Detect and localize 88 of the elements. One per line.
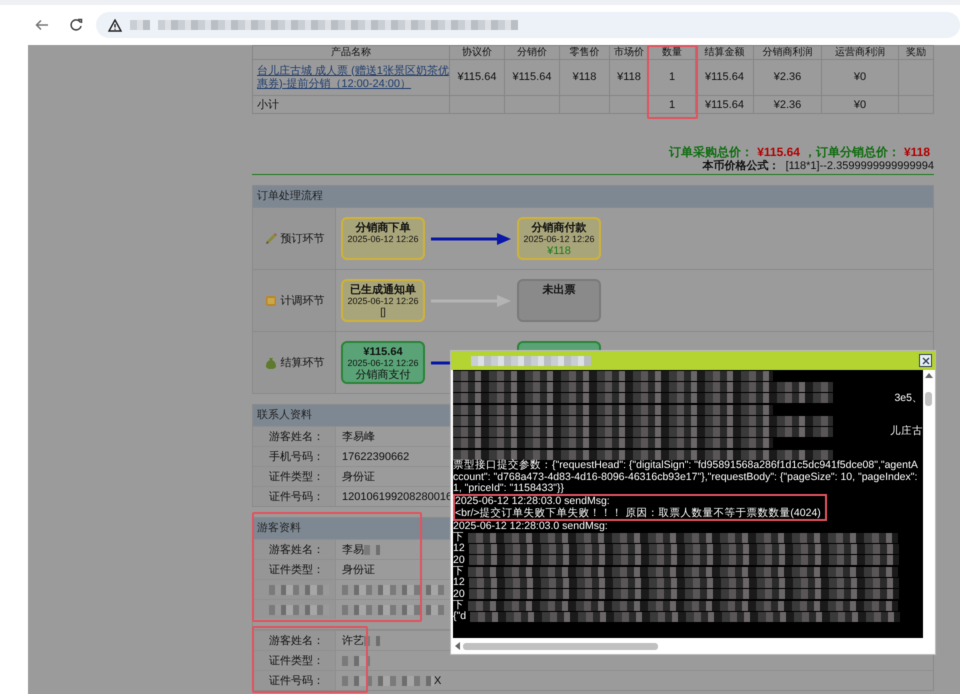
log-text: 12 — [453, 543, 465, 555]
field-value: 李易 — [342, 542, 364, 556]
field-value: 17622390662 — [342, 450, 410, 464]
table-cell: ¥115.64 — [450, 60, 504, 96]
table-cell: ¥118 — [560, 60, 610, 96]
column-header: 数量 — [648, 46, 696, 60]
node-text: 已生成通知单 — [349, 284, 417, 296]
pencil-icon — [264, 231, 278, 246]
table-cell: 1 — [648, 60, 696, 96]
column-header: 奖励 — [898, 46, 934, 60]
field-label: 证件类型： — [269, 470, 324, 484]
section-header: 订单处理流程 — [253, 186, 933, 207]
back-icon — [35, 18, 49, 32]
field-label: 证件号码： — [269, 674, 324, 688]
box-icon — [264, 293, 278, 308]
scroll-left-icon — [455, 642, 460, 650]
node-text: 分销商付款 — [530, 222, 588, 234]
node-text: 分销商下单 — [354, 222, 412, 234]
column-header: 协议价 — [450, 46, 504, 60]
log-text: 2025-06-12 12:28:03.0 sendMsg: — [455, 496, 611, 508]
column-header: 产品名称 — [252, 46, 450, 60]
scroll-up-icon — [924, 373, 932, 378]
table-cell: ¥115.64 — [504, 60, 560, 96]
table-cell: ¥2.36 — [754, 60, 822, 96]
log-text: 票型接口提交参数：{"requestHead": {"digitalSign": "fd95891568a286f1d1c5dc941f5dce08","agentAccount": "d768a473-4d83-4d16-8096-46316cb93e17"},"requestBody": {"pageSize": 10, "pageIndex":1, "priceId": "1158433"}} — [453, 460, 919, 494]
node-text: 2025-06-12 12:26 — [346, 296, 420, 307]
total-label: 订单采购总价： — [669, 145, 754, 159]
total-value: ¥115.64 — [757, 145, 800, 159]
table-cell: ¥0 — [822, 60, 898, 96]
close-button[interactable] — [919, 354, 932, 367]
table-cell: 1 — [648, 96, 696, 114]
log-text: 2025-06-12 12:28:03.0 sendMsg: — [453, 520, 609, 532]
address-field[interactable] — [96, 12, 960, 38]
column-header: 零售价 — [560, 46, 610, 60]
stage-label: 计调环节 — [280, 294, 324, 308]
log-text: 下 — [453, 566, 464, 578]
total-label: ，订单分销总价： — [804, 145, 900, 159]
formula-label: 本币价格公式： — [702, 160, 780, 172]
log-text: 20 — [453, 588, 465, 600]
scroll-thumb[interactable] — [925, 392, 932, 406]
log-text: 12 — [453, 577, 465, 589]
formula-value: [118*1]--2.3599999999999994 — [786, 160, 934, 172]
node-text: ¥118 — [546, 245, 572, 257]
table-cell: ¥2.36 — [754, 96, 822, 114]
scroll-thumb[interactable] — [463, 642, 658, 650]
log-text: 下 — [453, 600, 464, 611]
table-cell: 小计 — [252, 96, 450, 114]
field-value: X — [434, 674, 442, 688]
field-label: 手机号码： — [269, 450, 324, 464]
field-label: 游客姓名： — [269, 430, 324, 444]
field-value: 身份证 — [342, 470, 375, 484]
field-label: 证件类型： — [269, 562, 324, 576]
node-text: 2025-06-12 12:26 — [522, 234, 596, 245]
close-icon — [922, 356, 930, 364]
node-text: 2025-06-12 12:26 — [346, 358, 420, 368]
column-header: 运营商利润 — [822, 46, 898, 60]
stage-label: 结算环节 — [280, 356, 324, 370]
node-text: ¥115.64 — [362, 346, 404, 358]
table-cell: ¥115.64 — [696, 60, 754, 96]
column-header: 市场价 — [610, 46, 648, 60]
field-label: 证件号码： — [269, 490, 324, 504]
field-label: 游客姓名： — [269, 542, 324, 556]
log-text: 3e5、 — [894, 392, 923, 404]
log-text: <br/>提交订单失败下单失败！！！ 原因：取票人数量不等于票数数量(4024) — [455, 508, 821, 519]
field-value: 120106199208280016 — [342, 490, 452, 504]
column-header: 分销商利润 — [754, 46, 822, 60]
log-text: 20 — [453, 554, 465, 566]
field-value: 身份证 — [342, 562, 375, 576]
field-value: 李易峰 — [342, 430, 375, 444]
redacted-block — [130, 20, 150, 30]
table-cell: ¥0 — [822, 96, 898, 114]
field-value: 许艺 — [342, 634, 364, 648]
node-text: [] — [379, 307, 387, 319]
log-text: {"d — [453, 611, 466, 623]
column-header: 分销价 — [504, 46, 560, 60]
column-header: 结算金额 — [696, 46, 754, 60]
money-bag-icon — [264, 355, 278, 370]
node-text: 未出票 — [542, 284, 576, 296]
node-text: 分销商支付 — [354, 369, 412, 381]
total-value: ¥118 — [904, 145, 930, 159]
table-cell: ¥115.64 — [696, 96, 754, 114]
log-text: 儿庄古 — [890, 426, 923, 438]
stage-label: 预订环节 — [280, 232, 324, 246]
warning-icon — [108, 18, 122, 32]
field-label: 游客姓名： — [269, 634, 324, 648]
reload-icon — [69, 18, 83, 32]
field-label: 证件类型： — [269, 654, 324, 668]
node-text: 2025-06-12 12:26 — [346, 234, 420, 245]
